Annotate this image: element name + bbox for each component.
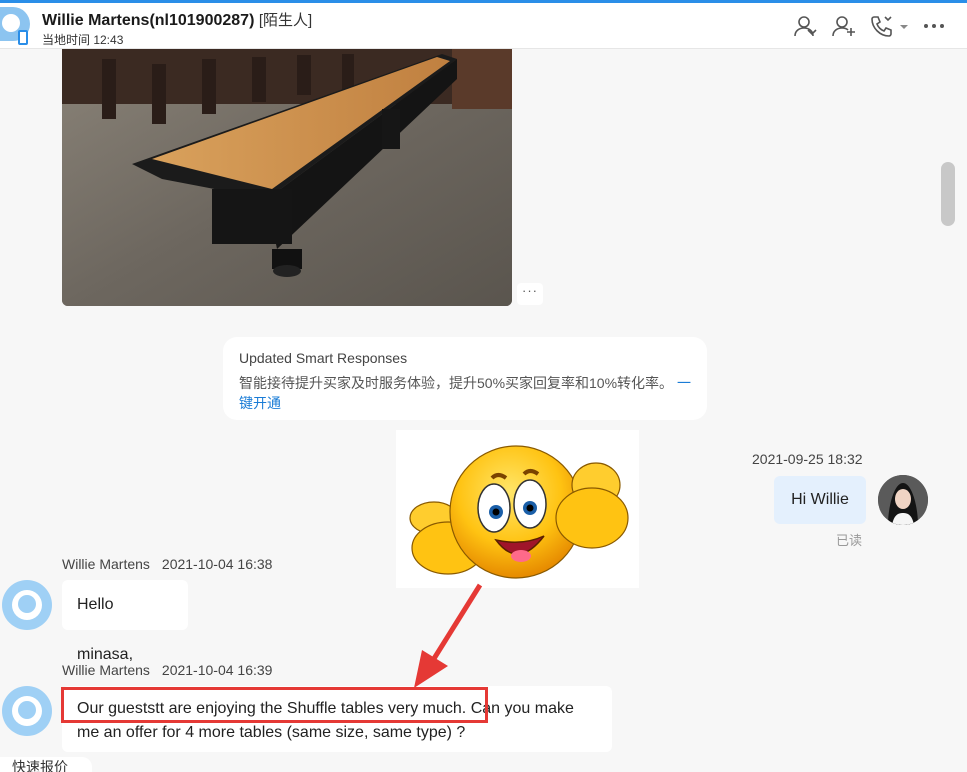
add-contact-icon[interactable] <box>832 14 856 38</box>
notice-title: Updated Smart Responses <box>239 350 408 366</box>
scrollbar-thumb[interactable] <box>941 162 955 226</box>
annotation-arrow <box>414 583 483 688</box>
message-datetime: 2021-10-04 16:39 <box>161 662 273 678</box>
quick-quote-tab[interactable]: 快速报价 <box>0 757 92 772</box>
contact-name-text: Willie Martens(nl101900287) <box>42 12 255 29</box>
contact-avatar[interactable] <box>2 580 52 630</box>
notice-body-text: 智能接待提升买家及时服务体验，提升50%买家回复率和10%转化率。 <box>239 375 674 391</box>
more-icon[interactable] <box>922 14 946 38</box>
sender-name: Willie Martens <box>62 662 150 678</box>
smart-responses-notice: Updated Smart Responses 智能接待提升买家及时服务体验，提… <box>223 337 707 420</box>
contact-name[interactable]: Willie Martens(nl101900287) [陌生人] <box>42 9 312 30</box>
local-time: 当地时间 12:43 <box>42 33 124 47</box>
call-icon[interactable] <box>870 14 894 38</box>
chat-header: Willie Martens(nl101900287) [陌生人] 当地时间 1… <box>0 3 967 49</box>
my-message-timestamp: 2021-09-25 18:32 <box>752 451 863 467</box>
contact-card-icon[interactable] <box>793 14 817 38</box>
notice-body: 智能接待提升买家及时服务体验，提升50%买家回复率和10%转化率。 一键开通 <box>239 373 691 413</box>
my-avatar[interactable] <box>878 475 928 525</box>
message-datetime: 2021-10-04 16:38 <box>161 556 273 572</box>
my-message-bubble[interactable]: Hi Willie <box>774 476 866 524</box>
read-status: 已读 <box>836 533 863 548</box>
message-more-button[interactable]: ··· <box>517 283 543 305</box>
thumbs-up-emoji-sticker[interactable] <box>396 430 639 588</box>
incoming-message-bubble[interactable]: Hello minasa, <box>62 580 188 663</box>
message-sender-line: Willie Martens 2021-10-04 16:39 <box>62 662 272 678</box>
shuffle-table-photo[interactable] <box>62 49 512 306</box>
contact-avatar[interactable] <box>2 686 52 736</box>
annotation-highlight-box <box>61 687 488 723</box>
contact-tag: [陌生人] <box>258 12 313 29</box>
message-sender-line: Willie Martens 2021-10-04 16:38 <box>62 556 272 572</box>
chevron-down-icon[interactable] <box>898 20 910 32</box>
mobile-device-icon <box>18 30 28 45</box>
sender-name: Willie Martens <box>62 556 150 572</box>
